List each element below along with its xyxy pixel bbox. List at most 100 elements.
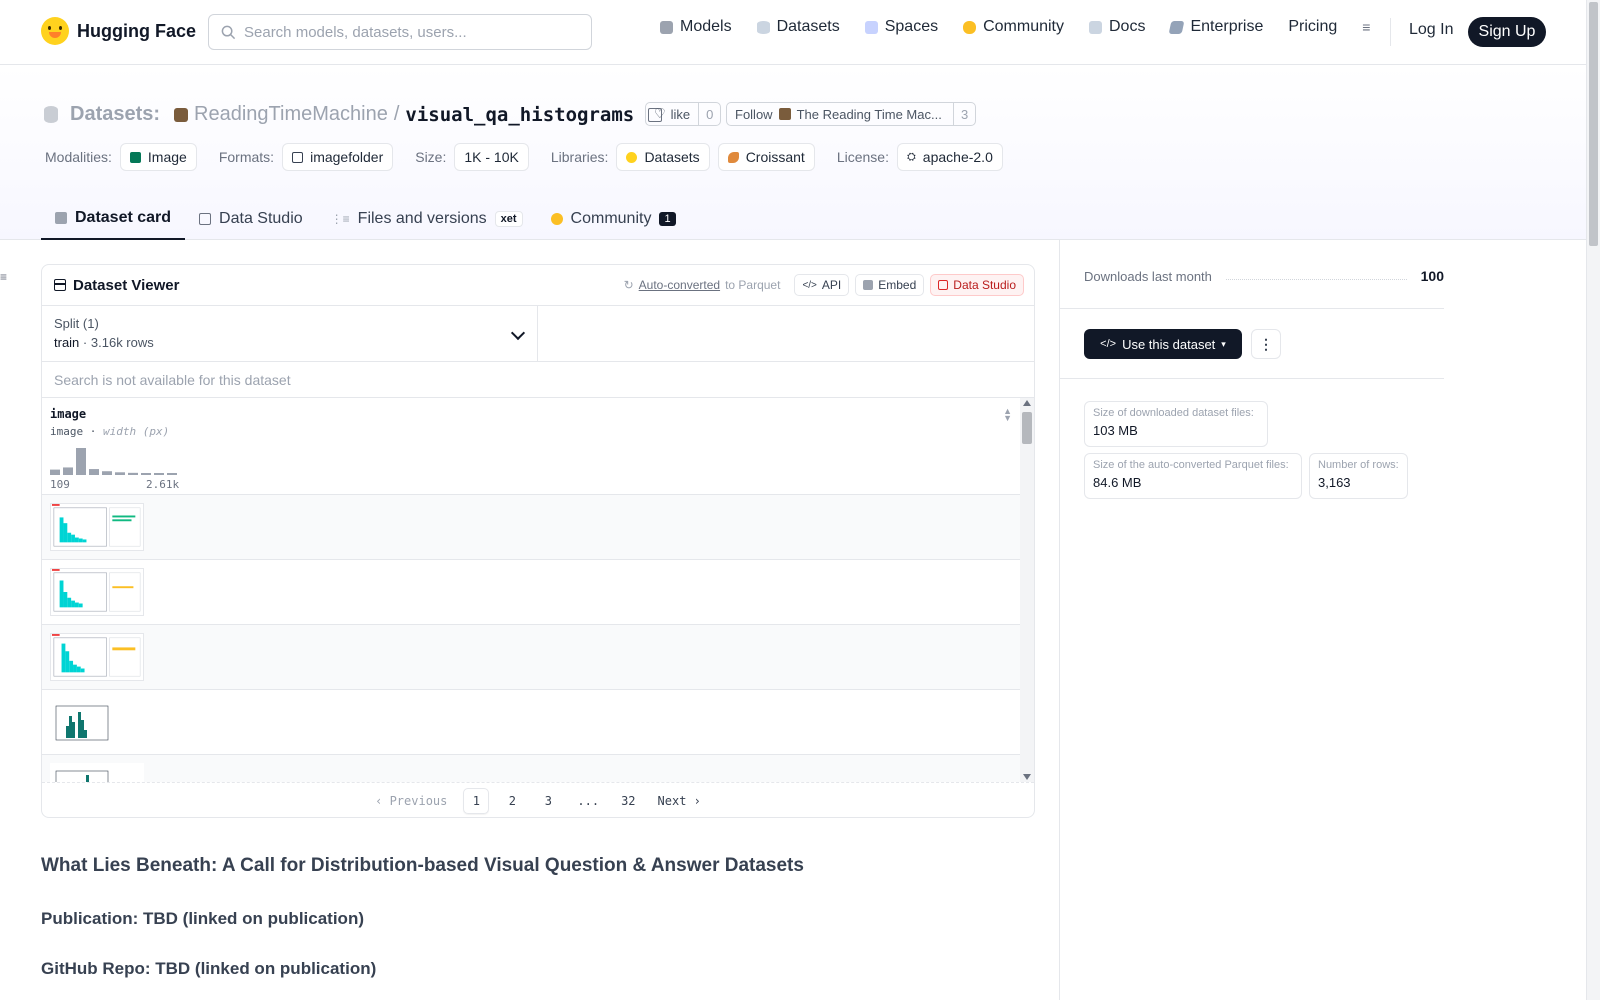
split-value: train · 3.16k rows	[54, 335, 525, 350]
login-link[interactable]: Log In	[1409, 21, 1453, 39]
size-chip[interactable]: 1K - 10K	[454, 143, 529, 171]
more-menu-icon[interactable]: ≡	[1362, 19, 1380, 35]
page-scrollbar[interactable]	[1586, 0, 1600, 1000]
table-icon	[199, 213, 212, 225]
formats-label: Formats:	[218, 149, 275, 165]
split-selector[interactable]: Split (1) train · 3.16k rows	[42, 306, 538, 361]
like-button[interactable]: ♡ like 0	[645, 102, 722, 126]
data-studio-button[interactable]: Data Studio	[930, 274, 1024, 296]
histogram-bar[interactable]	[167, 473, 177, 475]
histogram-bar[interactable]	[128, 472, 138, 475]
table-scrollbar[interactable]	[1020, 398, 1034, 782]
nav-docs[interactable]: Docs	[1089, 18, 1145, 36]
table-row[interactable]	[42, 755, 1020, 782]
histogram-bar[interactable]	[102, 471, 112, 475]
next-page-button[interactable]: Next ›	[652, 788, 707, 814]
library-chip-datasets[interactable]: Datasets	[616, 143, 710, 171]
previous-page-button[interactable]: ‹ Previous	[369, 788, 453, 814]
tab-label: Dataset card	[75, 209, 172, 226]
owner-link[interactable]: ReadingTimeMachine	[194, 103, 388, 126]
metadata-row: Modalities: Image Formats: imagefolder S…	[45, 143, 1011, 171]
histogram-bar[interactable]	[141, 473, 151, 475]
nav-pricing[interactable]: Pricing	[1288, 18, 1337, 36]
chip-label: Croissant	[745, 149, 805, 165]
image-thumbnail[interactable]	[50, 633, 144, 681]
histogram-min: 109	[50, 478, 70, 491]
nav-spaces[interactable]: Spaces	[864, 18, 938, 36]
split-label: Split (1)	[54, 316, 99, 331]
page-button[interactable]: 3	[535, 788, 561, 814]
tab-label: Data Studio	[219, 210, 303, 227]
page-scroll-thumb[interactable]	[1589, 2, 1598, 246]
page-button[interactable]: 1	[463, 787, 490, 814]
image-thumbnail[interactable]	[50, 698, 144, 746]
table-row[interactable]	[42, 690, 1020, 755]
tab-community[interactable]: Community 1	[537, 198, 690, 240]
format-chip[interactable]: imagefolder	[282, 143, 394, 171]
chevron-down-icon: ▾	[1221, 338, 1226, 349]
chip-label: 1K - 10K	[464, 149, 519, 165]
histogram-bar[interactable]	[50, 469, 60, 475]
follow-button[interactable]: Follow The Reading Time Mac... 3	[726, 102, 977, 126]
more-options-button[interactable]: ⋮	[1251, 329, 1281, 359]
viewer-header: Dataset Viewer ↻ Auto-converted to Parquet…	[42, 265, 1034, 306]
models-icon	[660, 20, 673, 34]
table-row[interactable]	[42, 560, 1020, 625]
search-input[interactable]: Search models, datasets, users...	[208, 14, 592, 50]
embed-button[interactable]: Embed	[855, 274, 925, 296]
histogram-bar[interactable]	[115, 472, 125, 475]
nav-community[interactable]: Community	[963, 18, 1064, 36]
nav-datasets[interactable]: Datasets	[756, 18, 840, 36]
xet-badge: xet	[494, 211, 523, 227]
nav-label: Enterprise	[1190, 18, 1264, 35]
table-row[interactable]	[42, 495, 1020, 560]
follower-count: 3	[953, 103, 975, 125]
image-thumbnail[interactable]	[50, 503, 144, 551]
tab-data-studio[interactable]: Data Studio	[185, 198, 317, 240]
hugging-face-logo-link[interactable]: Hugging Face	[41, 17, 196, 45]
code-icon: </>	[1100, 338, 1117, 350]
use-this-dataset-button[interactable]: </> Use this dataset ▾	[1084, 329, 1242, 359]
sidebar-toggle-icon[interactable]: ≡	[0, 270, 10, 284]
license-chip[interactable]: ⛭ apache-2.0	[896, 143, 1003, 171]
signup-button[interactable]: Sign Up	[1468, 17, 1546, 47]
files-icon: ⋮≡	[330, 212, 350, 226]
viewer-actions: ↻ Auto-converted to Parquet </> API Embed D…	[624, 274, 1024, 296]
nav-enterprise[interactable]: Enterprise	[1169, 18, 1264, 36]
api-button[interactable]: </> API	[794, 274, 850, 296]
repo-name-link[interactable]: visual_qa_histograms	[405, 104, 634, 126]
nav-models[interactable]: Models	[660, 18, 732, 36]
datasets-icon	[756, 20, 770, 34]
table-row[interactable]	[42, 625, 1020, 690]
balance-scale-icon: ⛭	[906, 150, 916, 163]
library-chip-croissant[interactable]: Croissant	[717, 143, 815, 171]
histogram-bar[interactable]	[76, 448, 86, 475]
page-button[interactable]: 32	[615, 788, 641, 814]
scroll-up-icon[interactable]	[1023, 400, 1031, 406]
column-header-image[interactable]: image image · width (px) 109 2.61k ▲ ▼	[42, 398, 1020, 495]
page-button[interactable]: 2	[499, 788, 525, 814]
docs-icon	[1089, 20, 1102, 34]
repo-tabs: Dataset card Data Studio ⋮≡ Files and ver…	[41, 198, 690, 240]
button-label: Use this dataset	[1122, 336, 1216, 352]
sort-icon[interactable]: ▲ ▼	[1003, 407, 1012, 423]
tab-files-and-versions[interactable]: ⋮≡ Files and versions xet	[317, 198, 537, 240]
like-count: 0	[698, 103, 720, 125]
auto-converted-note: ↻ Auto-converted to Parquet	[624, 278, 781, 292]
tab-dataset-card[interactable]: Dataset card	[41, 198, 186, 240]
image-thumbnail[interactable]	[50, 568, 144, 616]
search-placeholder: Search models, datasets, users...	[244, 23, 467, 41]
histogram-bar[interactable]	[154, 473, 164, 475]
row-count-stat: Number of rows: 3,163	[1309, 453, 1408, 499]
split-dot: ·	[82, 335, 88, 350]
modality-chip[interactable]: Image	[119, 143, 197, 171]
histogram-bar[interactable]	[63, 467, 73, 475]
chevron-right-icon: ›	[686, 793, 701, 808]
stat-value: 3,163	[1318, 475, 1351, 490]
scroll-down-icon[interactable]	[1023, 774, 1031, 780]
auto-converted-link[interactable]: Auto-converted	[639, 278, 720, 292]
histogram-bar[interactable]	[89, 469, 99, 475]
image-thumbnail[interactable]	[50, 763, 144, 782]
scroll-thumb[interactable]	[1022, 412, 1032, 444]
sidebar-divider	[1059, 240, 1060, 1000]
